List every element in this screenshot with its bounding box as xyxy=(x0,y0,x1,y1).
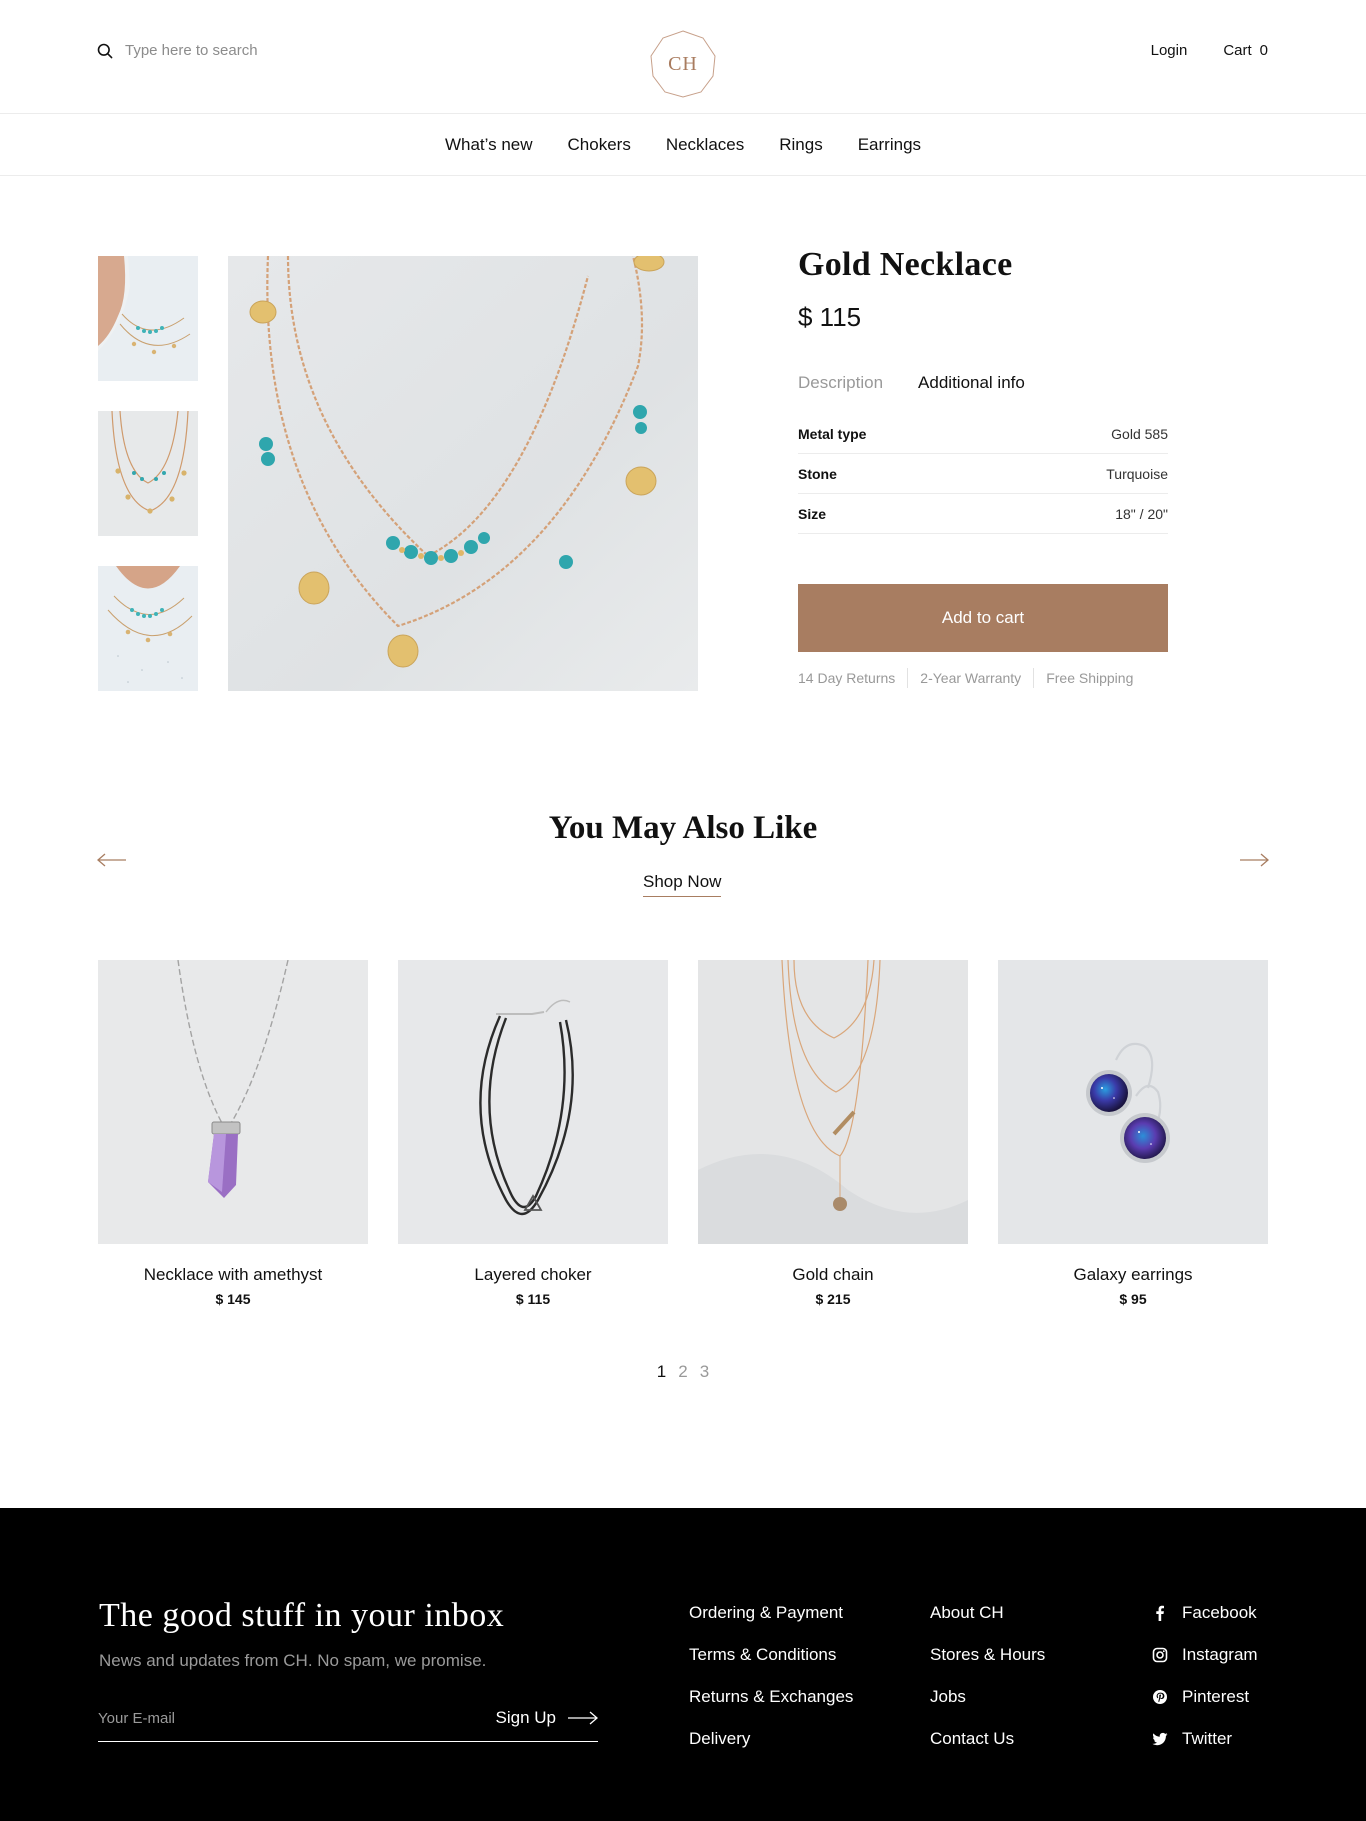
product-price: $ 115 xyxy=(798,302,862,332)
newsletter-form: Sign Up xyxy=(98,1704,598,1742)
login-link[interactable]: Login xyxy=(1151,42,1188,59)
spec-value: Turquoise xyxy=(1106,465,1168,482)
spec-table: Metal type Gold 585 Stone Turquoise Size… xyxy=(798,414,1168,534)
brand-logo[interactable]: CH xyxy=(648,29,718,99)
perk-warranty: 2-Year Warranty xyxy=(907,668,1033,688)
perk-shipping: Free Shipping xyxy=(1033,668,1133,688)
arrow-right-icon xyxy=(1240,853,1269,867)
shop-now-link[interactable]: Shop Now xyxy=(643,872,722,897)
footer-link-returns[interactable]: Returns & Exchanges xyxy=(689,1687,853,1707)
main-nav: What’s new Chokers Necklaces Rings Earri… xyxy=(0,114,1366,176)
arrow-right-icon xyxy=(568,1711,598,1725)
footer-link-contact[interactable]: Contact Us xyxy=(930,1729,1045,1749)
tab-description[interactable]: Description xyxy=(798,373,883,393)
section-title: You May Also Like xyxy=(548,810,818,846)
product-card-name[interactable]: Galaxy earrings xyxy=(998,1265,1268,1285)
page-3[interactable]: 3 xyxy=(700,1362,709,1382)
nav-item-whats-new[interactable]: What’s new xyxy=(445,135,533,155)
product-title: Gold Necklace xyxy=(798,246,1013,283)
product-card-price: $ 95 xyxy=(1119,1291,1147,1307)
product-card-name[interactable]: Necklace with amethyst xyxy=(98,1265,368,1285)
site-footer: The good stuff in your inbox News and up… xyxy=(0,1508,1366,1821)
search-bar xyxy=(97,42,345,59)
spec-row: Metal type Gold 585 xyxy=(798,414,1168,454)
product-main-image[interactable] xyxy=(228,256,698,691)
cart-count: 0 xyxy=(1259,42,1268,59)
social-link-twitter[interactable]: Twitter xyxy=(1152,1729,1258,1749)
perk-returns: 14 Day Returns xyxy=(798,670,896,686)
product-card-price: $ 145 xyxy=(215,1291,251,1307)
product-card-image[interactable] xyxy=(998,960,1268,1244)
product-thumbnail[interactable] xyxy=(98,566,198,691)
spec-row: Size 18" / 20" xyxy=(798,494,1168,534)
social-link-pinterest[interactable]: Pinterest xyxy=(1152,1687,1258,1707)
spec-label: Stone xyxy=(798,465,837,482)
signup-label: Sign Up xyxy=(495,1708,556,1727)
search-icon[interactable] xyxy=(97,43,113,59)
product-card-image[interactable] xyxy=(698,960,968,1244)
product-tabs: Description Additional info xyxy=(798,373,1025,393)
perks-list: 14 Day Returns 2-Year Warranty Free Ship… xyxy=(798,668,1168,688)
carousel-prev-button[interactable] xyxy=(97,852,127,868)
product-thumbnail[interactable] xyxy=(98,256,198,381)
footer-link-ordering[interactable]: Ordering & Payment xyxy=(689,1603,853,1623)
product-card[interactable]: Gold chain $ 215 xyxy=(698,960,968,1307)
page-2[interactable]: 2 xyxy=(678,1362,687,1382)
spec-value: 18" / 20" xyxy=(1115,505,1168,522)
newsletter-title: The good stuff in your inbox xyxy=(99,1597,505,1634)
product-card-price: $ 115 xyxy=(515,1291,551,1307)
logo-text: CH xyxy=(668,52,698,75)
pinterest-icon xyxy=(1152,1689,1168,1705)
signup-button[interactable]: Sign Up xyxy=(496,1708,598,1728)
social-label: Instagram xyxy=(1182,1645,1258,1664)
add-to-cart-button[interactable]: Add to cart xyxy=(798,584,1168,652)
nav-item-necklaces[interactable]: Necklaces xyxy=(666,135,744,155)
nav-item-chokers[interactable]: Chokers xyxy=(568,135,631,155)
product-card[interactable]: Layered choker $ 115 xyxy=(398,960,668,1307)
twitter-icon xyxy=(1152,1731,1168,1747)
facebook-icon xyxy=(1152,1605,1168,1621)
newsletter-subtitle: News and updates from CH. No spam, we pr… xyxy=(99,1651,487,1670)
spec-label: Size xyxy=(798,505,827,522)
site-header: CH Login Cart 0 xyxy=(0,0,1366,114)
tab-additional-info[interactable]: Additional info xyxy=(918,373,1025,393)
email-field[interactable] xyxy=(98,1710,478,1727)
page-1[interactable]: 1 xyxy=(657,1362,666,1382)
social-label: Facebook xyxy=(1182,1603,1257,1622)
social-label: Pinterest xyxy=(1182,1687,1250,1706)
product-card[interactable]: Necklace with amethyst $ 145 xyxy=(98,960,368,1307)
footer-column-company: About CH Stores & Hours Jobs Contact Us xyxy=(930,1603,1045,1749)
product-card[interactable]: Galaxy earrings $ 95 xyxy=(998,960,1268,1307)
footer-link-jobs[interactable]: Jobs xyxy=(930,1687,1045,1707)
arrow-left-icon xyxy=(97,853,126,867)
footer-column-social: Facebook Instagram Pinterest Twitter xyxy=(1152,1603,1258,1749)
footer-link-terms[interactable]: Terms & Conditions xyxy=(689,1645,853,1665)
product-card-price: $ 215 xyxy=(815,1291,851,1307)
nav-item-rings[interactable]: Rings xyxy=(779,135,822,155)
spec-value: Gold 585 xyxy=(1111,425,1168,442)
footer-column-shop: Ordering & Payment Terms & Conditions Re… xyxy=(689,1603,853,1749)
footer-link-about[interactable]: About CH xyxy=(930,1603,1045,1623)
product-card-image[interactable] xyxy=(398,960,668,1244)
product-thumbnail[interactable] xyxy=(98,411,198,536)
social-link-instagram[interactable]: Instagram xyxy=(1152,1645,1258,1665)
cart-label: Cart xyxy=(1223,42,1252,59)
product-card-name[interactable]: Layered choker xyxy=(398,1265,668,1285)
product-card-image[interactable] xyxy=(98,960,368,1244)
carousel-next-button[interactable] xyxy=(1239,852,1269,868)
social-label: Twitter xyxy=(1182,1729,1233,1748)
cart-link[interactable]: Cart 0 xyxy=(1223,42,1268,59)
header-actions: Login Cart 0 xyxy=(1151,42,1268,59)
footer-link-stores[interactable]: Stores & Hours xyxy=(930,1645,1045,1665)
spec-label: Metal type xyxy=(798,425,867,442)
spec-row: Stone Turquoise xyxy=(798,454,1168,494)
nav-item-earrings[interactable]: Earrings xyxy=(858,135,921,155)
footer-link-delivery[interactable]: Delivery xyxy=(689,1729,853,1749)
instagram-icon xyxy=(1152,1647,1168,1663)
product-card-name[interactable]: Gold chain xyxy=(698,1265,968,1285)
search-input[interactable] xyxy=(125,42,345,59)
social-link-facebook[interactable]: Facebook xyxy=(1152,1603,1258,1623)
pagination: 1 2 3 xyxy=(0,1362,1366,1382)
